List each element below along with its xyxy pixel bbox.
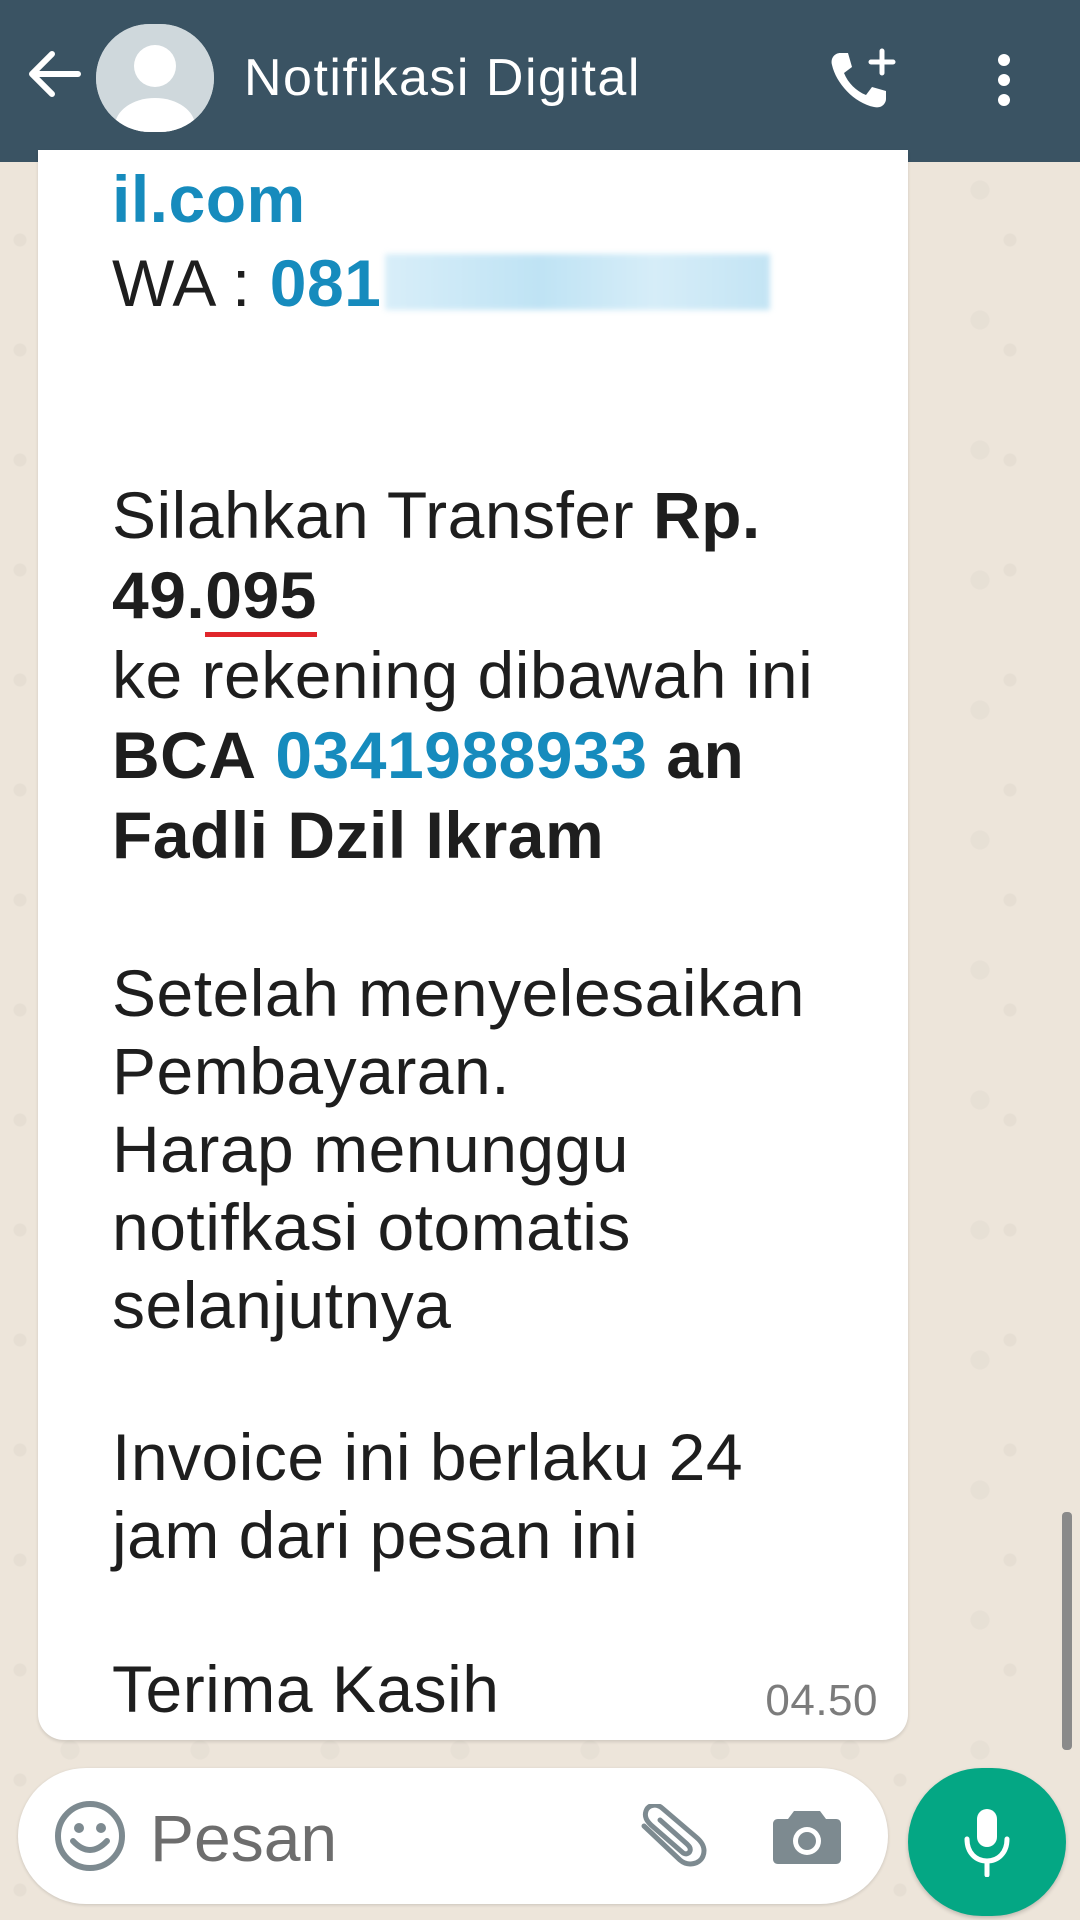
microphone-icon bbox=[964, 1809, 1010, 1877]
add-call-icon bbox=[831, 48, 896, 108]
message-line-after-4: notifkasi otomatis bbox=[112, 1190, 631, 1264]
message-line-invoice-1: Invoice ini berlaku 24 bbox=[112, 1420, 744, 1494]
voice-message-button[interactable] bbox=[908, 1768, 1066, 1916]
chat-header: Notifikasi Digital bbox=[0, 0, 1080, 162]
message-line-after-1: Setelah menyelesaikan bbox=[112, 956, 805, 1030]
more-options-button[interactable] bbox=[976, 44, 1032, 116]
message-bubble[interactable]: il.com WA : 081 Silahkan Transfer Rp. 49… bbox=[38, 150, 908, 1740]
message-line-email: il.com bbox=[112, 160, 306, 238]
account-an: an bbox=[666, 718, 745, 792]
redacted-phone-blur bbox=[385, 254, 771, 310]
default-avatar-icon bbox=[96, 24, 214, 132]
message-line-after-5: selanjutnya bbox=[112, 1268, 452, 1342]
camera-icon bbox=[773, 1811, 841, 1864]
paperclip-icon bbox=[641, 1804, 707, 1867]
message-line-account-intro: ke rekening dibawah ini bbox=[112, 638, 814, 712]
camera-button[interactable] bbox=[764, 1798, 850, 1874]
email-link[interactable]: il.com bbox=[112, 162, 306, 236]
arrow-left-icon bbox=[29, 51, 81, 97]
wa-label: WA : bbox=[112, 246, 270, 320]
account-holder: Fadli Dzil Ikram bbox=[112, 798, 605, 872]
message-line-transfer: Silahkan Transfer Rp. bbox=[112, 476, 761, 554]
transfer-text: Silahkan Transfer bbox=[112, 478, 653, 552]
message-line-bank: BCA 0341988933 an bbox=[112, 716, 744, 794]
message-line-thanks: Terima Kasih bbox=[112, 1652, 500, 1726]
bank-name: BCA bbox=[112, 718, 257, 792]
message-line-wa: WA : 081 bbox=[112, 244, 771, 322]
message-line-amount: 49.095 bbox=[112, 556, 317, 637]
message-input-bar bbox=[18, 1768, 888, 1904]
avatar[interactable] bbox=[96, 24, 214, 132]
back-button[interactable] bbox=[22, 42, 86, 106]
message-line-invoice-2: jam dari pesan ini bbox=[112, 1498, 639, 1572]
account-number-link[interactable]: 0341988933 bbox=[275, 718, 647, 792]
attach-button[interactable] bbox=[628, 1798, 712, 1874]
more-vertical-icon bbox=[998, 54, 1010, 106]
message-input[interactable] bbox=[148, 1792, 632, 1884]
scrollbar[interactable] bbox=[1062, 1512, 1072, 1750]
emoji-button[interactable] bbox=[52, 1798, 128, 1874]
wa-number-link[interactable]: 081 bbox=[270, 246, 382, 320]
emoji-icon bbox=[55, 1801, 125, 1871]
amount-start: 49. bbox=[112, 558, 206, 632]
chat-title[interactable]: Notifikasi Digital bbox=[244, 48, 641, 108]
add-call-button[interactable] bbox=[822, 42, 902, 118]
message-line-after-2: Pembayaran. bbox=[112, 1034, 511, 1108]
message-line-after-3: Harap menunggu bbox=[112, 1112, 630, 1186]
message-timestamp: 04.50 bbox=[765, 1676, 878, 1725]
amount-underlined-digits: 095 bbox=[205, 558, 317, 637]
amount-prefix: Rp. bbox=[652, 478, 761, 552]
